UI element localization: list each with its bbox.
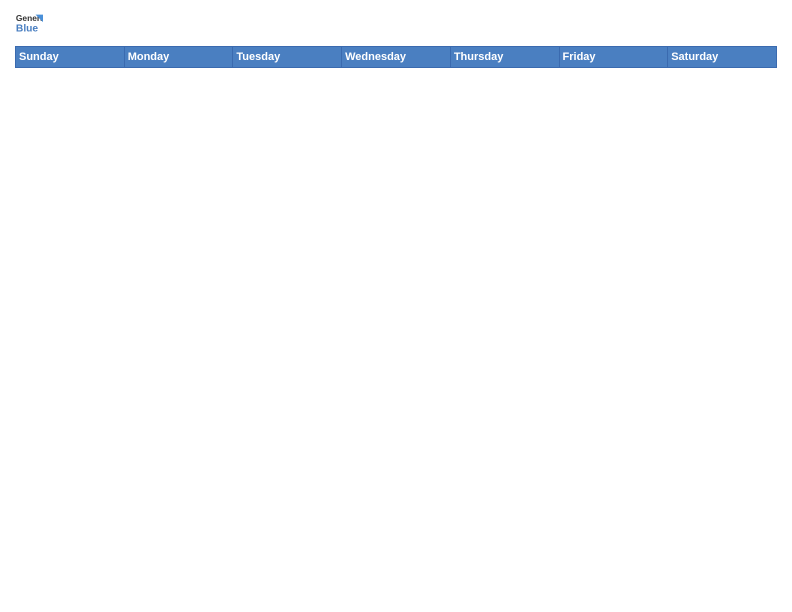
weekday-header-cell: Wednesday <box>342 47 451 68</box>
logo-icon: General Blue <box>15 10 43 38</box>
weekday-header-cell: Friday <box>559 47 668 68</box>
weekday-header-cell: Sunday <box>16 47 125 68</box>
weekday-header-cell: Tuesday <box>233 47 342 68</box>
page: General Blue SundayMondayTuesdayWednesda… <box>0 0 792 612</box>
logo: General Blue <box>15 10 43 38</box>
weekday-header-cell: Saturday <box>668 47 777 68</box>
calendar: SundayMondayTuesdayWednesdayThursdayFrid… <box>15 46 777 68</box>
svg-text:Blue: Blue <box>16 23 39 34</box>
weekday-header-cell: Thursday <box>450 47 559 68</box>
header: General Blue <box>15 10 777 38</box>
weekday-header: SundayMondayTuesdayWednesdayThursdayFrid… <box>16 47 777 68</box>
weekday-header-cell: Monday <box>124 47 233 68</box>
